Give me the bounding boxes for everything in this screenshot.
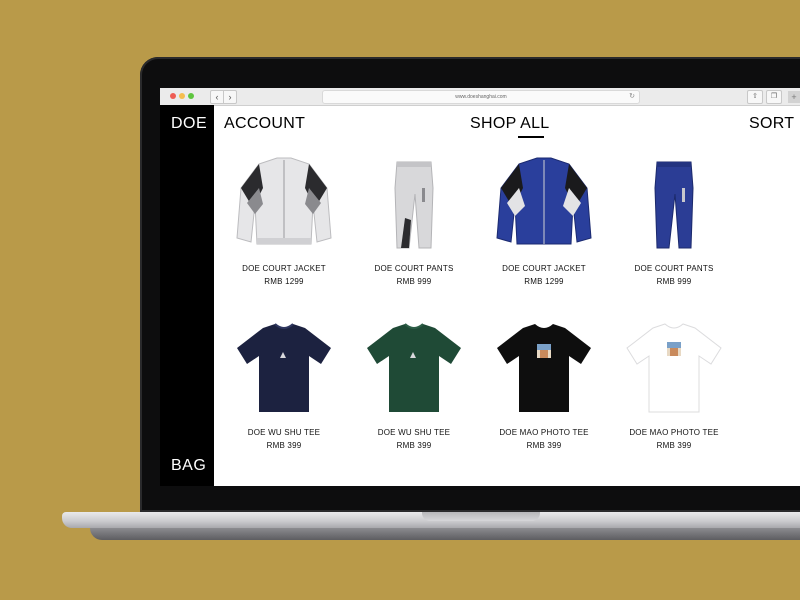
url-text: www.doeshanghai.com — [455, 94, 507, 100]
navy-tee-image[interactable] — [219, 312, 349, 422]
blue-track-pants-image[interactable] — [609, 148, 739, 258]
laptop-hinge-notch — [422, 512, 540, 521]
white-track-jacket-image[interactable] — [219, 148, 349, 258]
black-photo-tee-image[interactable] — [479, 312, 609, 422]
chevron-right-icon[interactable]: › — [223, 90, 237, 104]
product-card[interactable]: DOE COURT PANTS RMB 999 — [349, 148, 479, 286]
shop-all-underline — [518, 136, 544, 138]
plus-icon[interactable]: + — [788, 91, 800, 103]
laptop-base-edge — [90, 528, 800, 540]
share-icon[interactable]: ⇧ — [747, 90, 763, 104]
account-link[interactable]: ACCOUNT — [224, 115, 305, 133]
blue-track-jacket-image[interactable] — [479, 148, 609, 258]
product-card[interactable]: DOE WU SHU TEE RMB 399 — [219, 312, 349, 450]
reload-icon[interactable]: ↻ — [629, 91, 635, 103]
shop-all-link[interactable]: SHOP ALL — [470, 115, 550, 133]
browser-toolbar: ‹ › www.doeshanghai.com ↻ ⇧ ❐ + — [160, 88, 800, 106]
product-name[interactable]: DOE COURT JACKET — [219, 264, 349, 273]
green-tee-image[interactable] — [349, 312, 479, 422]
minimize-window-button[interactable] — [179, 93, 185, 99]
product-card[interactable]: DOE MAO PHOTO TEE RMB 399 — [609, 312, 739, 450]
sort-button[interactable]: SORT — [749, 115, 794, 133]
product-name[interactable]: DOE COURT PANTS — [349, 264, 479, 273]
product-price: RMB 1299 — [264, 277, 304, 286]
site-sidebar: DOE BAG — [160, 105, 214, 486]
grey-track-pants-image[interactable] — [349, 148, 479, 258]
product-name[interactable]: DOE COURT JACKET — [479, 264, 609, 273]
product-price: RMB 999 — [396, 277, 432, 286]
product-price: RMB 399 — [526, 441, 562, 450]
laptop-screen: ‹ › www.doeshanghai.com ↻ ⇧ ❐ + DOE BAG … — [160, 88, 800, 486]
product-price: RMB 999 — [656, 277, 692, 286]
white-photo-tee-image[interactable] — [609, 312, 739, 422]
product-price: RMB 399 — [656, 441, 692, 450]
product-card[interactable]: DOE COURT JACKET RMB 1299 — [479, 148, 609, 286]
product-name[interactable]: DOE COURT PANTS — [609, 264, 739, 273]
bag-link[interactable]: BAG — [171, 457, 206, 475]
product-price: RMB 399 — [396, 441, 432, 450]
tabs-icon[interactable]: ❐ — [766, 90, 782, 104]
product-card[interactable]: DOE MAO PHOTO TEE RMB 399 — [479, 312, 609, 450]
product-name[interactable]: DOE MAO PHOTO TEE — [609, 428, 739, 437]
product-grid: DOE COURT JACKET RMB 1299 DOE COURT PANT… — [214, 148, 800, 486]
product-name[interactable]: DOE WU SHU TEE — [349, 428, 479, 437]
product-price: RMB 1299 — [524, 277, 564, 286]
product-name[interactable]: DOE MAO PHOTO TEE — [479, 428, 609, 437]
close-window-button[interactable] — [170, 93, 176, 99]
chevron-left-icon[interactable]: ‹ — [210, 90, 224, 104]
product-card[interactable]: DOE WU SHU TEE RMB 399 — [349, 312, 479, 450]
brand-logo[interactable]: DOE — [171, 115, 207, 133]
maximize-window-button[interactable] — [188, 93, 194, 99]
product-card[interactable]: DOE COURT PANTS RMB 999 — [609, 148, 739, 286]
product-name[interactable]: DOE WU SHU TEE — [219, 428, 349, 437]
product-price: RMB 399 — [266, 441, 302, 450]
address-bar[interactable]: www.doeshanghai.com ↻ — [322, 90, 640, 104]
product-card[interactable]: DOE COURT JACKET RMB 1299 — [219, 148, 349, 286]
